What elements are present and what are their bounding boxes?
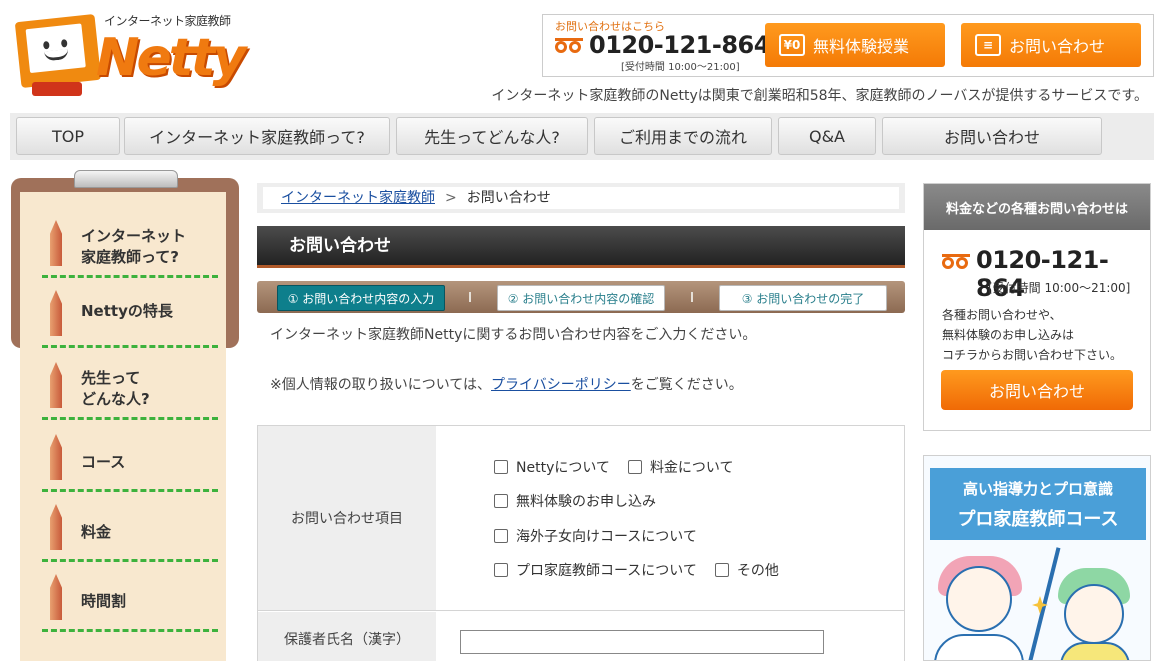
side-nav-about[interactable]: インターネット 家庭教師って? <box>20 208 226 278</box>
page-title: お問い合わせ <box>257 226 905 268</box>
pencil-icon <box>50 220 62 266</box>
checkbox-label: Nettyについて <box>516 460 610 476</box>
guardian-name-input[interactable] <box>460 630 824 654</box>
privacy-note: ※個人情報の取り扱いについては、プライバシーポリシーをご覧ください。 <box>270 374 743 394</box>
pro-course-banner[interactable]: 高い指導力とプロ意識 プロ家庭教師コース <box>923 455 1151 661</box>
netty-logo[interactable]: インターネット家庭教師 Netty <box>12 10 246 100</box>
side-nav-label: インターネット <box>81 227 187 245</box>
clipboard-clip <box>74 170 178 188</box>
breadcrumb-separator: > <box>445 190 457 206</box>
checkbox-label: その他 <box>736 563 779 579</box>
privacy-note-suffix: をご覧ください。 <box>630 377 743 393</box>
step-arrow-icon <box>469 292 477 302</box>
step-complete: ③ お問い合わせの完了 <box>719 285 887 311</box>
tel-number[interactable]: 0120-121-864 <box>589 31 770 59</box>
sidebox-text-line: 無料体験のお申し込みは <box>942 328 1075 342</box>
banner-heading: 高い指導力とプロ意識 プロ家庭教師コース <box>930 468 1146 540</box>
side-nav-label: コース <box>81 453 126 471</box>
site-tagline: インターネット家庭教師のNettyは関東で創業昭和58年、家庭教師のノーバスが提… <box>491 88 1148 104</box>
inquiry-label: お問い合わせ項目 <box>258 426 436 610</box>
logo-monitor-icon <box>14 13 102 89</box>
contact-sidebox: 料金などの各種お問い合わせは 0120-121-864 [受付時間 10:00〜… <box>923 183 1151 431</box>
nav-item-qa[interactable]: Q&A <box>778 117 876 155</box>
form-row-guardian-name: 保護者氏名（漢字） <box>258 612 904 661</box>
sidebox-tel-hours: [受付時間 10:00〜21:00] <box>988 281 1131 295</box>
side-nav-label: 先生って <box>81 369 141 387</box>
checkbox-label: 無料体験のお申し込み <box>516 494 656 510</box>
student-body <box>1060 642 1130 660</box>
checkbox-pro-course[interactable] <box>494 563 508 577</box>
teacher-face <box>946 566 1012 632</box>
dashed-divider <box>42 417 218 420</box>
form-steps: ① お問い合わせ内容の入力 ② お問い合わせ内容の確認 ③ お問い合わせの完了 <box>257 281 905 313</box>
side-nav-features[interactable]: Nettyの特長 <box>20 278 226 348</box>
sidebox-text-line: 各種お問い合わせや、 <box>942 308 1062 322</box>
breadcrumb-home-link[interactable]: インターネット家庭教師 <box>281 190 435 206</box>
yen-zero-icon: ¥0 <box>779 34 805 56</box>
step-confirm: ② お問い合わせ内容の確認 <box>497 285 665 311</box>
nav-item-about[interactable]: インターネット家庭教師って? <box>124 117 390 155</box>
breadcrumb: インターネット家庭教師 > お問い合わせ <box>257 183 905 213</box>
teacher-body <box>934 634 1024 660</box>
checkbox-trial[interactable] <box>494 494 508 508</box>
free-trial-label: 無料体験授業 <box>813 37 910 56</box>
student-face <box>1064 584 1124 644</box>
free-trial-button[interactable]: ¥0 無料体験授業 <box>765 23 945 67</box>
sidebox-text-line: コチラからお問い合わせ下さい。 <box>942 348 1123 362</box>
checkbox-label: 料金について <box>649 460 734 476</box>
side-nav-teachers[interactable]: 先生ってどんな人? <box>20 350 226 420</box>
pencil-icon <box>50 434 62 480</box>
contact-form: お問い合わせ項目 Nettyについて 料金について 無料体験のお申し込み 海外子… <box>257 425 905 661</box>
side-nav-label: どんな人? <box>81 390 150 408</box>
pencil-icon <box>50 504 62 550</box>
banner-line1: 高い指導力とプロ意識 <box>962 480 1113 498</box>
nav-item-flow[interactable]: ご利用までの流れ <box>594 117 772 155</box>
checkbox-label: 海外子女向けコースについて <box>516 529 697 545</box>
header-contact-label: お問い合わせ <box>1009 37 1106 56</box>
side-nav-label: 家庭教師って? <box>81 248 179 266</box>
tel-hours: [受付時間 10:00〜21:00] <box>621 62 740 73</box>
privacy-note-prefix: ※個人情報の取り扱いについては、 <box>270 377 492 393</box>
checkbox-other[interactable] <box>714 563 729 577</box>
checkbox-about-netty[interactable] <box>494 460 508 474</box>
logo-stand <box>32 82 82 96</box>
side-nav-course[interactable]: コース <box>20 422 226 492</box>
side-nav-label: Nettyの特長 <box>81 302 173 320</box>
checkbox-overseas[interactable] <box>494 529 508 543</box>
sidebox-text: 各種お問い合わせや、 無料体験のお申し込みは コチラからお問い合わせ下さい。 <box>942 305 1122 365</box>
pencil-icon <box>50 290 62 336</box>
nav-item-contact[interactable]: お問い合わせ <box>882 117 1102 155</box>
side-nav-label: 料金 <box>81 523 112 541</box>
checkbox-label: プロ家庭教師コースについて <box>516 563 697 579</box>
dashed-divider <box>42 629 218 632</box>
header-contact-box: お問い合わせはこちら 0120-121-864 [受付時間 10:00〜21:0… <box>542 14 1154 77</box>
freedial-icon <box>942 254 970 270</box>
form-row-inquiry: お問い合わせ項目 Nettyについて 料金について 無料体験のお申し込み 海外子… <box>258 426 904 611</box>
form-intro: インターネット家庭教師Nettyに関するお問い合わせ内容をご入力ください。 <box>270 327 757 343</box>
document-icon: ≡ <box>975 34 1001 56</box>
step-arrow-icon <box>691 292 699 302</box>
nav-item-top[interactable]: TOP <box>16 117 120 155</box>
dashed-divider <box>42 345 218 348</box>
step-input: ① お問い合わせ内容の入力 <box>277 285 445 311</box>
sidebox-contact-button[interactable]: お問い合わせ <box>941 370 1133 410</box>
pencil-icon <box>50 362 62 408</box>
checkbox-about-fee[interactable] <box>627 460 642 474</box>
breadcrumb-current: お問い合わせ <box>466 190 551 206</box>
privacy-policy-link[interactable]: プライバシーポリシー <box>491 377 631 393</box>
logo-wordmark: Netty <box>96 28 246 88</box>
pencil-icon <box>50 574 62 620</box>
guardian-name-label: 保護者氏名（漢字） <box>258 612 436 661</box>
side-nav-label: 時間割 <box>81 592 127 610</box>
sidebox-header: 料金などの各種お問い合わせは <box>924 184 1150 230</box>
nav-item-teachers[interactable]: 先生ってどんな人? <box>396 117 588 155</box>
side-nav-fee[interactable]: 料金 <box>20 492 226 562</box>
header-contact-button[interactable]: ≡ お問い合わせ <box>961 23 1141 67</box>
freedial-icon <box>555 38 583 54</box>
logo-caption: インターネット家庭教師 <box>104 14 231 28</box>
side-nav-timetable[interactable]: 時間割 <box>20 562 226 632</box>
banner-line2: プロ家庭教師コース <box>957 509 1119 530</box>
global-nav: TOP インターネット家庭教師って? 先生ってどんな人? ご利用までの流れ Q&… <box>10 113 1154 160</box>
